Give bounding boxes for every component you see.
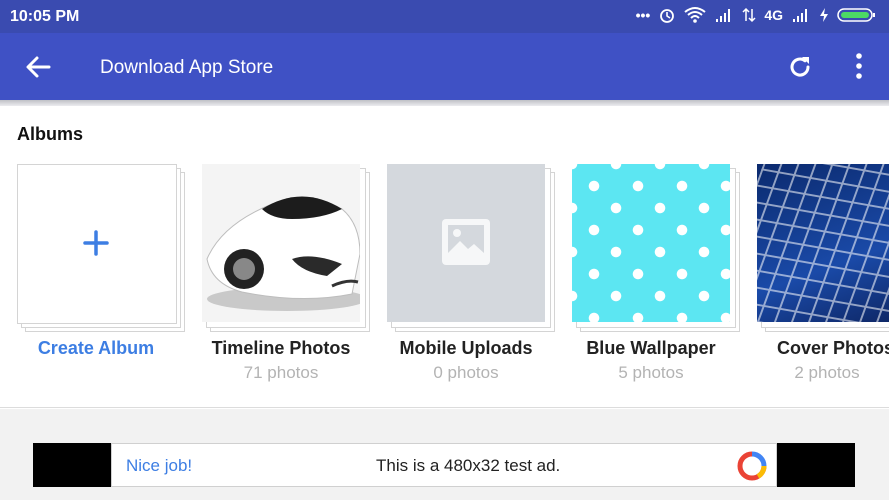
polka-dot-photo bbox=[572, 164, 730, 322]
album-count: 71 photos bbox=[243, 363, 319, 382]
ad-tagline: Nice job! bbox=[126, 456, 193, 475]
album-stack bbox=[572, 164, 742, 334]
section-title: Albums bbox=[17, 124, 84, 144]
album-name: Mobile Uploads bbox=[399, 338, 533, 358]
album-name: Create Album bbox=[37, 338, 155, 358]
ad-logo-icon bbox=[737, 451, 767, 481]
data-icon bbox=[742, 7, 756, 23]
network-type: 4G bbox=[764, 7, 783, 23]
album-name: Blue Wallpaper bbox=[586, 338, 716, 358]
album-name: Cover Photos bbox=[777, 338, 889, 358]
album-blue-wallpaper[interactable]: Blue Wallpaper 5 photos bbox=[572, 164, 742, 389]
album-stack bbox=[202, 164, 372, 334]
page-title: Download App Store bbox=[100, 57, 274, 78]
back-arrow-icon[interactable] bbox=[24, 53, 52, 81]
alarm-icon bbox=[660, 9, 675, 23]
app-bar-shadow bbox=[0, 100, 889, 106]
album-stack bbox=[387, 164, 557, 334]
album-count: 2 photos bbox=[794, 363, 860, 382]
album-mobile-uploads[interactable]: Mobile Uploads 0 photos bbox=[387, 164, 557, 389]
ad-content[interactable]: Nice job! This is a 480x32 test ad. bbox=[111, 443, 777, 487]
status-time: 10:05 PM bbox=[10, 8, 80, 25]
signal-icon bbox=[716, 9, 731, 22]
album-count: 0 photos bbox=[433, 363, 499, 382]
more-options-icon[interactable] bbox=[849, 52, 869, 80]
status-bar: 10:05 PM ••• 4G bbox=[0, 0, 889, 33]
signal-icon bbox=[793, 9, 807, 22]
refresh-icon[interactable] bbox=[787, 54, 813, 80]
ad-banner[interactable]: Nice job! This is a 480x32 test ad. bbox=[33, 443, 855, 487]
ad-text: This is a 480x32 test ad. bbox=[376, 456, 561, 475]
image-placeholder-icon bbox=[387, 164, 545, 322]
album-stack bbox=[17, 164, 187, 334]
album-cover-photos[interactable]: Cover Photos 2 photos bbox=[757, 164, 889, 389]
album-name: Timeline Photos bbox=[211, 338, 351, 358]
plus-icon bbox=[83, 230, 109, 256]
car-photo bbox=[202, 164, 360, 322]
charging-icon bbox=[820, 8, 828, 22]
app-icons-photo bbox=[757, 164, 889, 322]
create-album-button[interactable]: Create Album bbox=[17, 164, 187, 389]
divider bbox=[0, 407, 889, 408]
album-stack bbox=[757, 164, 889, 334]
wifi-icon bbox=[684, 7, 706, 23]
status-icons: ••• 4G bbox=[636, 6, 877, 24]
album-count: 5 photos bbox=[618, 363, 684, 382]
battery-icon bbox=[837, 8, 875, 22]
app-bar: Download App Store bbox=[0, 33, 889, 100]
album-timeline-photos[interactable]: Timeline Photos 71 photos bbox=[202, 164, 372, 389]
dots-icon: ••• bbox=[635, 7, 651, 23]
